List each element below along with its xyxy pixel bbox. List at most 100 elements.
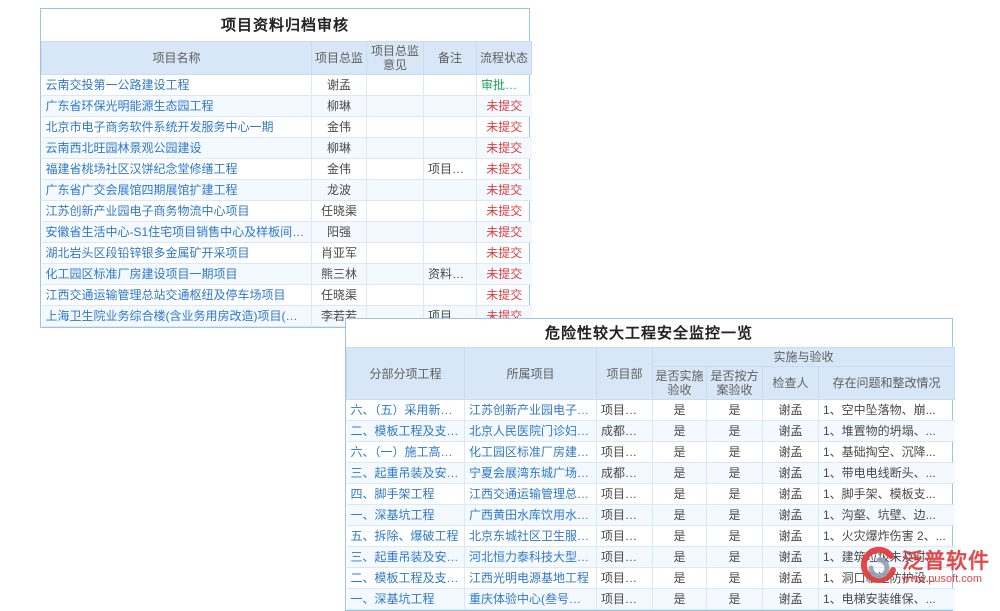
status-cell[interactable]: 未提交 xyxy=(477,243,532,264)
impl-cell: 是 xyxy=(653,547,707,568)
project-cell[interactable]: 河北恒力泰科技大型高端智... xyxy=(465,547,597,568)
remark-cell xyxy=(424,75,477,96)
status-cell[interactable]: 审批通过 xyxy=(477,75,532,96)
status-cell[interactable]: 未提交 xyxy=(477,117,532,138)
issues-cell: 1、堆置物的坍塌、... xyxy=(819,421,955,442)
status-cell[interactable]: 未提交 xyxy=(477,264,532,285)
remark-cell xyxy=(424,138,477,159)
part-cell[interactable]: 二、模板工程及支撑体系 xyxy=(347,568,465,589)
dept-cell: 项目二部 xyxy=(597,568,653,589)
opinion-cell xyxy=(367,201,424,222)
part-cell[interactable]: 一、深基坑工程 xyxy=(347,505,465,526)
plan-cell: 是 xyxy=(707,568,763,589)
plan-cell: 是 xyxy=(707,400,763,421)
project-cell[interactable]: 江苏创新产业园电子商务物... xyxy=(465,400,597,421)
status-cell[interactable]: 未提交 xyxy=(477,180,532,201)
part-cell[interactable]: 三、起重吊装及安装拆卸工程 xyxy=(347,547,465,568)
project-cell[interactable]: 化工园区标准厂房建设项目... xyxy=(465,442,597,463)
dept-cell: 项目二部 xyxy=(597,484,653,505)
project-cell[interactable]: 北京人民医院门诊妇儿楼工... xyxy=(465,421,597,442)
director-cell: 龙波 xyxy=(312,180,367,201)
pusoft-logo-icon xyxy=(858,546,898,590)
table-row: 广东省广交会展馆四期展馆扩建工程龙波 未提交 xyxy=(42,180,532,201)
project-cell[interactable]: 江西交通运输管理总站交通... xyxy=(465,484,597,505)
director-cell: 阳强 xyxy=(312,222,367,243)
table-row: 北京市电子商务软件系统开发服务中心一期金伟未提交 xyxy=(42,117,532,138)
issues-cell: 1、空中坠落物、崩... xyxy=(819,400,955,421)
part-cell[interactable]: 五、拆除、爆破工程 xyxy=(347,526,465,547)
opinion-cell xyxy=(367,75,424,96)
status-cell[interactable]: 未提交 xyxy=(477,138,532,159)
status-cell[interactable]: 未提交 xyxy=(477,201,532,222)
name-cell[interactable]: 广东省广交会展馆四期展馆扩建工程 xyxy=(42,180,312,201)
table-row: 云南西北旺园林景观公园建设柳琳未提交 xyxy=(42,138,532,159)
name-cell[interactable]: 北京市电子商务软件系统开发服务中心一期 xyxy=(42,117,312,138)
remark-cell xyxy=(424,180,477,201)
name-cell[interactable]: 江苏创新产业园电子商务物流中心项目 xyxy=(42,201,312,222)
name-cell[interactable]: 上海卫生院业务综合楼(含业务用房改造)项目(集中隔离医学观察... xyxy=(42,306,312,327)
director-cell: 谢孟 xyxy=(312,75,367,96)
part-cell[interactable]: 六、（一）施工高度50M及... xyxy=(347,442,465,463)
project-cell[interactable]: 广西黄田水库饮用水源水质... xyxy=(465,505,597,526)
name-cell[interactable]: 安徽省生活中心-S1住宅项目销售中心及样板间精装修及配套 xyxy=(42,222,312,243)
table-row: 湖北岩头区段铅锌银多金属矿开采项目肖亚军未提交 xyxy=(42,243,532,264)
status-cell[interactable]: 未提交 xyxy=(477,285,532,306)
issues-cell: 1、电梯安装维保、... xyxy=(819,589,955,610)
director-cell: 熊三林 xyxy=(312,264,367,285)
part-cell[interactable]: 六、（五）采用新技术、工... xyxy=(347,400,465,421)
name-cell[interactable]: 云南交投第一公路建设工程 xyxy=(42,75,312,96)
plan-cell: 是 xyxy=(707,421,763,442)
name-cell[interactable]: 湖北岩头区段铅锌银多金属矿开采项目 xyxy=(42,243,312,264)
column-header-project-name: 项目名称 xyxy=(42,42,312,75)
impl-cell: 是 xyxy=(653,442,707,463)
impl-cell: 是 xyxy=(653,421,707,442)
column-header-acceptance-done: 是否实施验收 xyxy=(653,367,707,400)
inspector-cell: 谢孟 xyxy=(763,589,819,610)
part-cell[interactable]: 二、模板工程及支撑体系 xyxy=(347,421,465,442)
opinion-cell xyxy=(367,243,424,264)
name-cell[interactable]: 化工园区标准厂房建设项目一期项目 xyxy=(42,264,312,285)
project-cell[interactable]: 宁夏会展湾东城广场（二期... xyxy=(465,463,597,484)
name-cell[interactable]: 江西交通运输管理总站交通枢纽及停车场项目 xyxy=(42,285,312,306)
part-cell[interactable]: 一、深基坑工程 xyxy=(347,589,465,610)
remark-cell: 资料齐全 xyxy=(424,264,477,285)
plan-cell: 是 xyxy=(707,484,763,505)
safety-panel-title: 危险性较大工程安全监控一览 xyxy=(346,319,952,347)
issues-cell: 1、沟壑、坑壁、边... xyxy=(819,505,955,526)
table-row: 二、模板工程及支撑体系北京人民医院门诊妇儿楼工...成都项目部是是谢孟1、堆置物… xyxy=(347,421,955,442)
impl-cell: 是 xyxy=(653,589,707,610)
plan-cell: 是 xyxy=(707,463,763,484)
name-cell[interactable]: 福建省桃场社区汉饼纪念堂修缮工程 xyxy=(42,159,312,180)
inspector-cell: 谢孟 xyxy=(763,526,819,547)
table-row: 广东省环保光明能源生态园工程柳琳未提交 xyxy=(42,96,532,117)
name-cell[interactable]: 云南西北旺园林景观公园建设 xyxy=(42,138,312,159)
status-cell[interactable]: 未提交 xyxy=(477,96,532,117)
project-cell[interactable]: 北京东城社区卫生服务中心... xyxy=(465,526,597,547)
column-header-group-implementation: 实施与验收 xyxy=(653,348,955,367)
issues-cell: 1、火灾爆炸伤害 2、... xyxy=(819,526,955,547)
project-cell[interactable]: 江西光明电源基地工程 xyxy=(465,568,597,589)
name-cell[interactable]: 广东省环保光明能源生态园工程 xyxy=(42,96,312,117)
remark-cell xyxy=(424,285,477,306)
table-row: 一、深基坑工程广西黄田水库饮用水源水质...项目三部是是谢孟1、沟壑、坑壁、边.… xyxy=(347,505,955,526)
plan-cell: 是 xyxy=(707,505,763,526)
project-cell[interactable]: 重庆体验中心(叁号馆)装修... xyxy=(465,589,597,610)
table-row: 五、拆除、爆破工程北京东城社区卫生服务中心...项目三部是是谢孟1、火灾爆炸伤害… xyxy=(347,526,955,547)
table-row: 一、深基坑工程重庆体验中心(叁号馆)装修...项目二部是是谢孟1、电梯安装维保、… xyxy=(347,589,955,610)
dept-cell: 项目一部 xyxy=(597,547,653,568)
remark-cell: 项目竣... xyxy=(424,159,477,180)
director-cell: 任晓渠 xyxy=(312,285,367,306)
impl-cell: 是 xyxy=(653,400,707,421)
status-cell[interactable]: 未提交 xyxy=(477,222,532,243)
part-cell[interactable]: 三、起重吊装及安装拆卸工程 xyxy=(347,463,465,484)
status-cell[interactable]: 未提交 xyxy=(477,159,532,180)
remark-cell xyxy=(424,243,477,264)
plan-cell: 是 xyxy=(707,442,763,463)
plan-cell: 是 xyxy=(707,526,763,547)
table-row: 六、（一）施工高度50M及...化工园区标准厂房建设项目...项目二部是是谢孟1… xyxy=(347,442,955,463)
issues-cell: 1、基础掏空、沉降... xyxy=(819,442,955,463)
inspector-cell: 谢孟 xyxy=(763,547,819,568)
part-cell[interactable]: 四、脚手架工程 xyxy=(347,484,465,505)
archive-table-header: 项目名称 项目总监 项目总监意见 备注 流程状态 xyxy=(42,42,532,75)
column-header-remark: 备注 xyxy=(424,42,477,75)
